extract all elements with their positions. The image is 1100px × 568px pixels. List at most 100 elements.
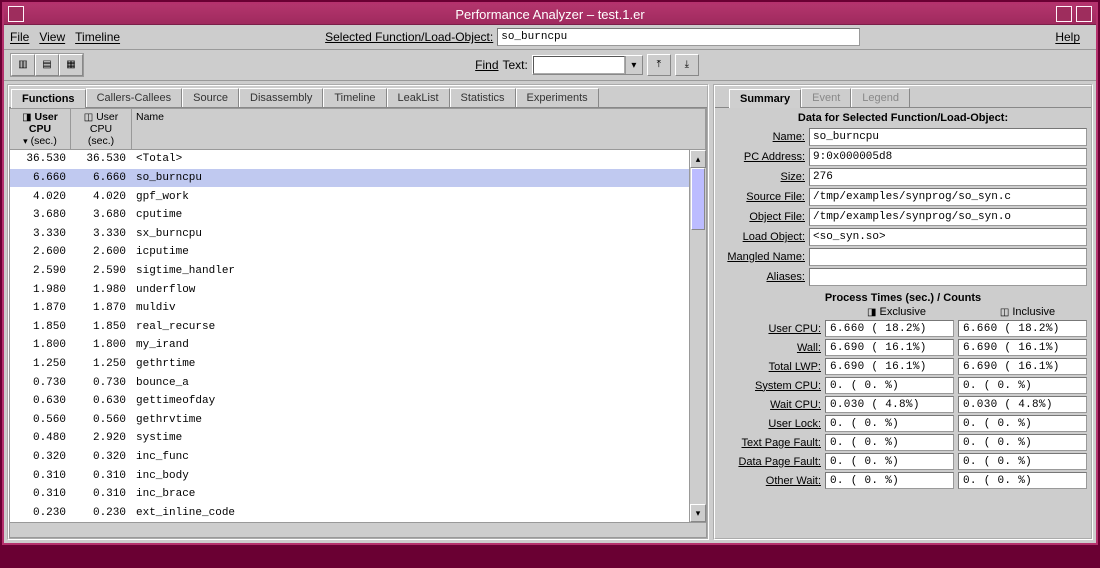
summary-value[interactable]: /tmp/examples/synprog/so_syn.o xyxy=(809,208,1087,226)
pt-inclusive: 0. ( 0. %) xyxy=(958,453,1087,470)
tab-statistics[interactable]: Statistics xyxy=(450,88,516,107)
find-label: Find xyxy=(475,58,498,72)
col-name[interactable]: Name xyxy=(132,109,706,149)
cell-metric2: 36.530 xyxy=(70,153,130,165)
find-combo[interactable]: ▾ xyxy=(532,55,643,75)
cell-metric1: 0.310 xyxy=(10,488,70,500)
selected-function-label: Selected Function/Load-Object: xyxy=(325,30,493,44)
pt-exclusive: 0.030 ( 4.8%) xyxy=(825,396,954,413)
scroll-up-icon[interactable]: ▴ xyxy=(690,150,706,168)
tab-event[interactable]: Event xyxy=(801,88,851,107)
titlebar[interactable]: Performance Analyzer – test.1.er xyxy=(4,4,1096,25)
pt-label: Total LWP: xyxy=(719,361,821,373)
selected-function-field[interactable]: so_burncpu xyxy=(497,28,860,46)
table-row[interactable]: 1.8501.850real_recurse xyxy=(10,318,689,337)
tab-leaklist[interactable]: LeakList xyxy=(387,88,450,107)
cell-metric1: 1.980 xyxy=(10,284,70,296)
summary-field-object-file: Object File: /tmp/examples/synprog/so_syn… xyxy=(719,208,1087,226)
table-row[interactable]: 1.2501.250gethrtime xyxy=(10,355,689,374)
pt-exclusive: 6.690 ( 16.1%) xyxy=(825,358,954,375)
summary-key: Mangled Name: xyxy=(719,251,805,263)
table-row[interactable]: 1.8701.870muldiv xyxy=(10,299,689,318)
table-row[interactable]: 0.2300.230ext_inline_code xyxy=(10,503,689,522)
cell-metric2: 2.590 xyxy=(70,265,130,277)
table-row[interactable]: 4.0204.020gpf_work xyxy=(10,187,689,206)
summary-value[interactable]: /tmp/examples/synprog/so_syn.c xyxy=(809,188,1087,206)
menu-view[interactable]: View xyxy=(39,30,65,44)
window-menu-icon[interactable] xyxy=(8,6,24,22)
table-row[interactable]: 0.7300.730bounce_a xyxy=(10,373,689,392)
cell-metric2: 1.980 xyxy=(70,284,130,296)
tab-experiments[interactable]: Experiments xyxy=(516,88,599,107)
horizontal-scrollbar[interactable] xyxy=(10,522,706,537)
summary-title: Data for Selected Function/Load-Object: xyxy=(719,112,1087,124)
process-time-row: Other Wait:0. ( 0. %)0. ( 0. %) xyxy=(719,472,1087,489)
col-user-cpu-inclusive[interactable]: ◫ User CPU (sec.) xyxy=(71,109,132,149)
tab-timeline[interactable]: Timeline xyxy=(323,88,386,107)
tab-legend[interactable]: Legend xyxy=(851,88,910,107)
cell-name: cputime xyxy=(130,209,689,221)
tab-functions[interactable]: Functions xyxy=(11,89,86,108)
tab-source[interactable]: Source xyxy=(182,88,239,107)
table-row[interactable]: 1.9801.980underflow xyxy=(10,280,689,299)
summary-value[interactable]: 276 xyxy=(809,168,1087,186)
view-mode-1-button[interactable]: ▥ xyxy=(11,54,35,76)
table-row[interactable]: 0.3100.310inc_body xyxy=(10,466,689,485)
scroll-thumb[interactable] xyxy=(691,168,705,230)
cell-metric2: 2.600 xyxy=(70,246,130,258)
summary-value[interactable]: so_burncpu xyxy=(809,128,1087,146)
pt-label: Text Page Fault: xyxy=(719,437,821,449)
tab-disassembly[interactable]: Disassembly xyxy=(239,88,323,107)
vertical-scrollbar[interactable]: ▴ ▾ xyxy=(689,150,706,522)
summary-value[interactable]: 9:0x000005d8 xyxy=(809,148,1087,166)
scroll-down-icon[interactable]: ▾ xyxy=(690,504,706,522)
find-next-button[interactable]: ⤓ xyxy=(675,54,699,76)
menu-file[interactable]: File xyxy=(10,30,29,44)
menu-help[interactable]: Help xyxy=(1055,30,1080,44)
summary-value[interactable]: <so_syn.so> xyxy=(809,228,1087,246)
tab-summary[interactable]: Summary xyxy=(729,89,801,108)
process-time-row: Data Page Fault:0. ( 0. %)0. ( 0. %) xyxy=(719,453,1087,470)
summary-key: Object File: xyxy=(719,211,805,223)
process-time-row: User Lock:0. ( 0. %)0. ( 0. %) xyxy=(719,415,1087,432)
pt-label: Data Page Fault: xyxy=(719,456,821,468)
view-mode-2-button[interactable]: ▤ xyxy=(35,54,59,76)
cell-metric1: 2.590 xyxy=(10,265,70,277)
cell-name: gethrtime xyxy=(130,358,689,370)
menu-timeline[interactable]: Timeline xyxy=(75,30,120,44)
table-row[interactable]: 0.3200.320inc_func xyxy=(10,448,689,467)
summary-field-aliases: Aliases: xyxy=(719,268,1087,286)
cell-name: gpf_work xyxy=(130,191,689,203)
table-row[interactable]: 2.5902.590sigtime_handler xyxy=(10,262,689,281)
table-row[interactable]: 0.3100.310inc_brace xyxy=(10,485,689,504)
chevron-down-icon[interactable]: ▾ xyxy=(625,56,642,74)
cell-metric2: 0.310 xyxy=(70,488,130,500)
cell-metric1: 0.560 xyxy=(10,414,70,426)
summary-key: PC Address: xyxy=(719,151,805,163)
cell-metric2: 4.020 xyxy=(70,191,130,203)
table-row[interactable]: 0.6300.630gettimeofday xyxy=(10,392,689,411)
summary-value[interactable] xyxy=(809,248,1087,266)
table-row[interactable]: 3.6803.680cputime xyxy=(10,206,689,225)
table-row[interactable]: 6.6606.660so_burncpu xyxy=(10,169,689,188)
table-row[interactable]: 2.6002.600icputime xyxy=(10,243,689,262)
table-row[interactable]: 3.3303.330sx_burncpu xyxy=(10,225,689,244)
minimize-button[interactable] xyxy=(1056,6,1072,22)
tab-callers-callees[interactable]: Callers-Callees xyxy=(86,88,183,107)
pt-inclusive: 6.660 ( 18.2%) xyxy=(958,320,1087,337)
cell-metric1: 2.600 xyxy=(10,246,70,258)
col-user-cpu-exclusive[interactable]: ◨ User CPU ▾ (sec.) xyxy=(10,109,71,149)
table-row[interactable]: 0.4802.920systime xyxy=(10,429,689,448)
find-input[interactable] xyxy=(533,56,625,74)
cell-metric2: 0.730 xyxy=(70,377,130,389)
view-mode-3-button[interactable]: ▦ xyxy=(59,54,83,76)
summary-key: Size: xyxy=(719,171,805,183)
content-area: FunctionsCallers-CalleesSourceDisassembl… xyxy=(4,81,1096,543)
table-row[interactable]: 0.5600.560gethrvtime xyxy=(10,411,689,430)
table-row[interactable]: 1.8001.800my_irand xyxy=(10,336,689,355)
cell-metric2: 0.310 xyxy=(70,470,130,482)
summary-value[interactable] xyxy=(809,268,1087,286)
find-prev-button[interactable]: ⤒ xyxy=(647,54,671,76)
table-row[interactable]: 36.53036.530<Total> xyxy=(10,150,689,169)
maximize-button[interactable] xyxy=(1076,6,1092,22)
